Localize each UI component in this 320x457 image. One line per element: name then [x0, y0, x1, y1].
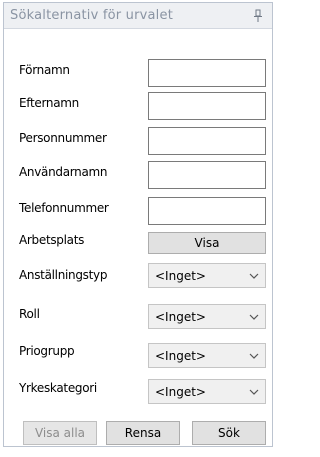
personnummer-field[interactable]: [148, 127, 266, 155]
chevron-down-icon: [249, 273, 259, 279]
yrkeskategori-select[interactable]: <Inget>: [148, 379, 266, 404]
anstallningstyp-value: <Inget>: [155, 269, 206, 283]
arbetsplats-label: Arbetsplats: [19, 233, 85, 247]
priogrupp-value: <Inget>: [155, 349, 206, 363]
yrkeskategori-label: Yrkeskategori: [19, 381, 97, 395]
anstallningstyp-select[interactable]: <Inget>: [148, 263, 266, 288]
roll-label: Roll: [19, 307, 40, 321]
anvandarnamn-field[interactable]: [148, 161, 266, 189]
search-options-panel: Sökalternativ för urvalet Förnamn Eftern…: [3, 2, 273, 447]
chevron-down-icon: [249, 389, 259, 395]
fornamn-label: Förnamn: [19, 63, 70, 77]
telefonnummer-field[interactable]: [148, 197, 266, 225]
telefonnummer-label: Telefonnummer: [19, 201, 109, 215]
yrkeskategori-value: <Inget>: [155, 385, 206, 399]
personnummer-label: Personnummer: [19, 131, 107, 145]
efternamn-label: Efternamn: [19, 96, 79, 110]
anvandarnamn-label: Användarnamn: [19, 165, 108, 179]
efternamn-field[interactable]: [148, 92, 266, 120]
pin-icon[interactable]: [253, 9, 263, 23]
arbetsplats-visa-button[interactable]: Visa: [148, 232, 266, 254]
roll-select[interactable]: <Inget>: [148, 304, 266, 329]
roll-value: <Inget>: [155, 310, 206, 324]
anstallningstyp-label: Anställningstyp: [19, 268, 108, 282]
chevron-down-icon: [249, 353, 259, 359]
fornamn-field[interactable]: [148, 59, 266, 87]
panel-title: Sökalternativ för urvalet: [10, 8, 173, 23]
chevron-down-icon: [249, 314, 259, 320]
sok-button[interactable]: Sök: [192, 421, 266, 445]
panel-title-bar: Sökalternativ för urvalet: [4, 3, 272, 29]
priogrupp-select[interactable]: <Inget>: [148, 343, 266, 368]
rensa-button[interactable]: Rensa: [106, 421, 180, 445]
priogrupp-label: Priogrupp: [19, 344, 75, 358]
visa-alla-button[interactable]: Visa alla: [23, 421, 97, 445]
